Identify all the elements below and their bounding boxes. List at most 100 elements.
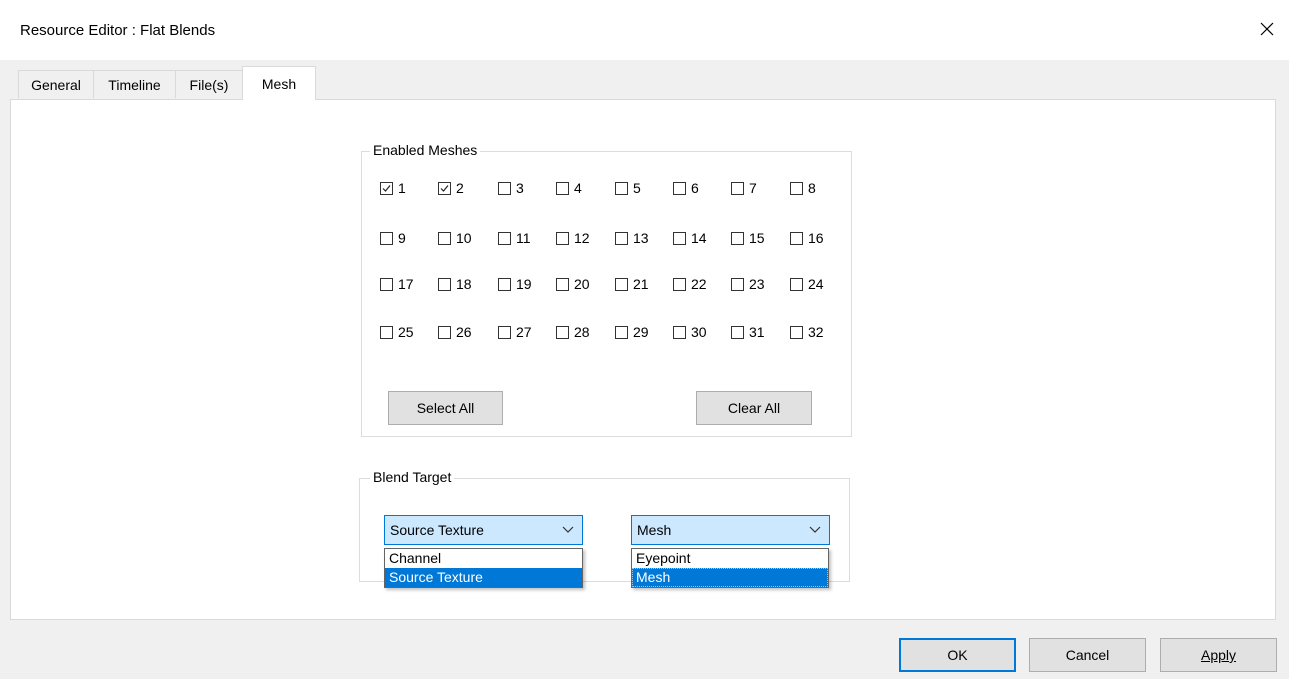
mesh-checkbox-label: 25 [398, 324, 414, 340]
mesh-checkbox-18[interactable]: 18 [438, 274, 472, 294]
mesh-checkbox-29[interactable]: 29 [615, 322, 649, 342]
checkbox-unchecked-icon[interactable] [556, 181, 569, 195]
checkbox-unchecked-icon[interactable] [731, 325, 744, 339]
tab-general[interactable]: General [18, 70, 94, 98]
checkbox-unchecked-icon[interactable] [380, 231, 393, 245]
ok-button[interactable]: OK [899, 638, 1016, 672]
tab-timeline[interactable]: Timeline [93, 70, 176, 98]
tab-panel: Enabled Meshes 1 2 3 4 5 6 7 8 9 10 11 12 13 14 15 16 17… [10, 99, 1276, 620]
mesh-checkbox-8[interactable]: 8 [790, 178, 816, 198]
mesh-checkbox-label: 22 [691, 276, 707, 292]
mesh-checkbox-17[interactable]: 17 [380, 274, 414, 294]
mesh-checkbox-21[interactable]: 21 [615, 274, 649, 294]
checkbox-unchecked-icon[interactable] [556, 325, 569, 339]
checkbox-unchecked-icon[interactable] [615, 277, 628, 291]
checkbox-checked-icon[interactable] [380, 181, 393, 195]
close-icon[interactable] [1252, 14, 1282, 44]
mesh-checkbox-28[interactable]: 28 [556, 322, 590, 342]
mesh-checkbox-10[interactable]: 10 [438, 228, 472, 248]
checkbox-unchecked-icon[interactable] [438, 231, 451, 245]
checkbox-unchecked-icon[interactable] [498, 181, 511, 195]
mesh-checkbox-label: 27 [516, 324, 532, 340]
checkbox-unchecked-icon[interactable] [380, 325, 393, 339]
blend-source-combo[interactable]: Source Texture [384, 515, 583, 545]
mesh-checkbox-12[interactable]: 12 [556, 228, 590, 248]
checkbox-unchecked-icon[interactable] [673, 181, 686, 195]
checkbox-unchecked-icon[interactable] [438, 277, 451, 291]
cancel-button[interactable]: Cancel [1029, 638, 1146, 672]
mesh-checkbox-label: 16 [808, 230, 824, 246]
mesh-checkbox-3[interactable]: 3 [498, 178, 524, 198]
mesh-checkbox-19[interactable]: 19 [498, 274, 532, 294]
checkbox-unchecked-icon[interactable] [556, 231, 569, 245]
mesh-checkbox-9[interactable]: 9 [380, 228, 406, 248]
checkbox-unchecked-icon[interactable] [731, 277, 744, 291]
blend-source-value: Source Texture [390, 522, 484, 538]
option-source-texture[interactable]: Source Texture [385, 568, 582, 587]
checkbox-checked-icon[interactable] [438, 181, 451, 195]
mesh-checkbox-label: 4 [574, 180, 582, 196]
mesh-checkbox-label: 3 [516, 180, 524, 196]
mesh-checkbox-26[interactable]: 26 [438, 322, 472, 342]
mesh-checkbox-label: 18 [456, 276, 472, 292]
mesh-checkbox-label: 9 [398, 230, 406, 246]
blend-target-value: Mesh [637, 522, 672, 538]
tab-files[interactable]: File(s) [175, 70, 243, 98]
mesh-checkbox-2[interactable]: 2 [438, 178, 464, 198]
select-all-button[interactable]: Select All [388, 391, 503, 425]
mesh-checkbox-24[interactable]: 24 [790, 274, 824, 294]
checkbox-unchecked-icon[interactable] [731, 231, 744, 245]
blend-target-label: Blend Target [370, 469, 455, 485]
mesh-checkbox-25[interactable]: 25 [380, 322, 414, 342]
mesh-checkbox-1[interactable]: 1 [380, 178, 406, 198]
mesh-checkbox-label: 32 [808, 324, 824, 340]
apply-button[interactable]: Apply [1160, 638, 1277, 672]
mesh-checkbox-label: 8 [808, 180, 816, 196]
mesh-checkbox-32[interactable]: 32 [790, 322, 824, 342]
mesh-checkbox-label: 20 [574, 276, 590, 292]
checkbox-unchecked-icon[interactable] [615, 325, 628, 339]
mesh-checkbox-6[interactable]: 6 [673, 178, 699, 198]
mesh-checkbox-22[interactable]: 22 [673, 274, 707, 294]
checkbox-unchecked-icon[interactable] [673, 231, 686, 245]
chevron-down-icon [809, 526, 821, 533]
option-mesh[interactable]: Mesh [632, 568, 828, 587]
blend-target-combo[interactable]: Mesh [631, 515, 830, 545]
mesh-checkbox-31[interactable]: 31 [731, 322, 765, 342]
mesh-checkbox-20[interactable]: 20 [556, 274, 590, 294]
checkbox-unchecked-icon[interactable] [790, 277, 803, 291]
checkbox-unchecked-icon[interactable] [380, 277, 393, 291]
checkbox-unchecked-icon[interactable] [438, 325, 451, 339]
mesh-checkbox-14[interactable]: 14 [673, 228, 707, 248]
checkbox-unchecked-icon[interactable] [498, 231, 511, 245]
checkbox-unchecked-icon[interactable] [498, 325, 511, 339]
checkbox-unchecked-icon[interactable] [731, 181, 744, 195]
mesh-checkbox-30[interactable]: 30 [673, 322, 707, 342]
mesh-checkbox-13[interactable]: 13 [615, 228, 649, 248]
option-channel[interactable]: Channel [385, 549, 582, 568]
mesh-checkbox-15[interactable]: 15 [731, 228, 765, 248]
checkbox-unchecked-icon[interactable] [673, 325, 686, 339]
option-eyepoint[interactable]: Eyepoint [632, 549, 828, 568]
mesh-checkbox-4[interactable]: 4 [556, 178, 582, 198]
checkbox-unchecked-icon[interactable] [556, 277, 569, 291]
checkbox-unchecked-icon[interactable] [615, 181, 628, 195]
checkbox-unchecked-icon[interactable] [790, 181, 803, 195]
checkbox-unchecked-icon[interactable] [498, 277, 511, 291]
mesh-checkbox-11[interactable]: 11 [498, 228, 531, 248]
mesh-checkbox-label: 19 [516, 276, 532, 292]
checkbox-unchecked-icon[interactable] [615, 231, 628, 245]
mesh-checkbox-27[interactable]: 27 [498, 322, 532, 342]
mesh-checkbox-7[interactable]: 7 [731, 178, 757, 198]
title-bar: Resource Editor : Flat Blends [0, 0, 1289, 60]
checkbox-unchecked-icon[interactable] [673, 277, 686, 291]
mesh-checkbox-5[interactable]: 5 [615, 178, 641, 198]
checkbox-unchecked-icon[interactable] [790, 325, 803, 339]
mesh-checkbox-23[interactable]: 23 [731, 274, 765, 294]
checkbox-unchecked-icon[interactable] [790, 231, 803, 245]
mesh-checkbox-label: 26 [456, 324, 472, 340]
mesh-checkbox-16[interactable]: 16 [790, 228, 824, 248]
tab-mesh[interactable]: Mesh [242, 66, 316, 100]
mesh-checkbox-label: 23 [749, 276, 765, 292]
clear-all-button[interactable]: Clear All [696, 391, 812, 425]
